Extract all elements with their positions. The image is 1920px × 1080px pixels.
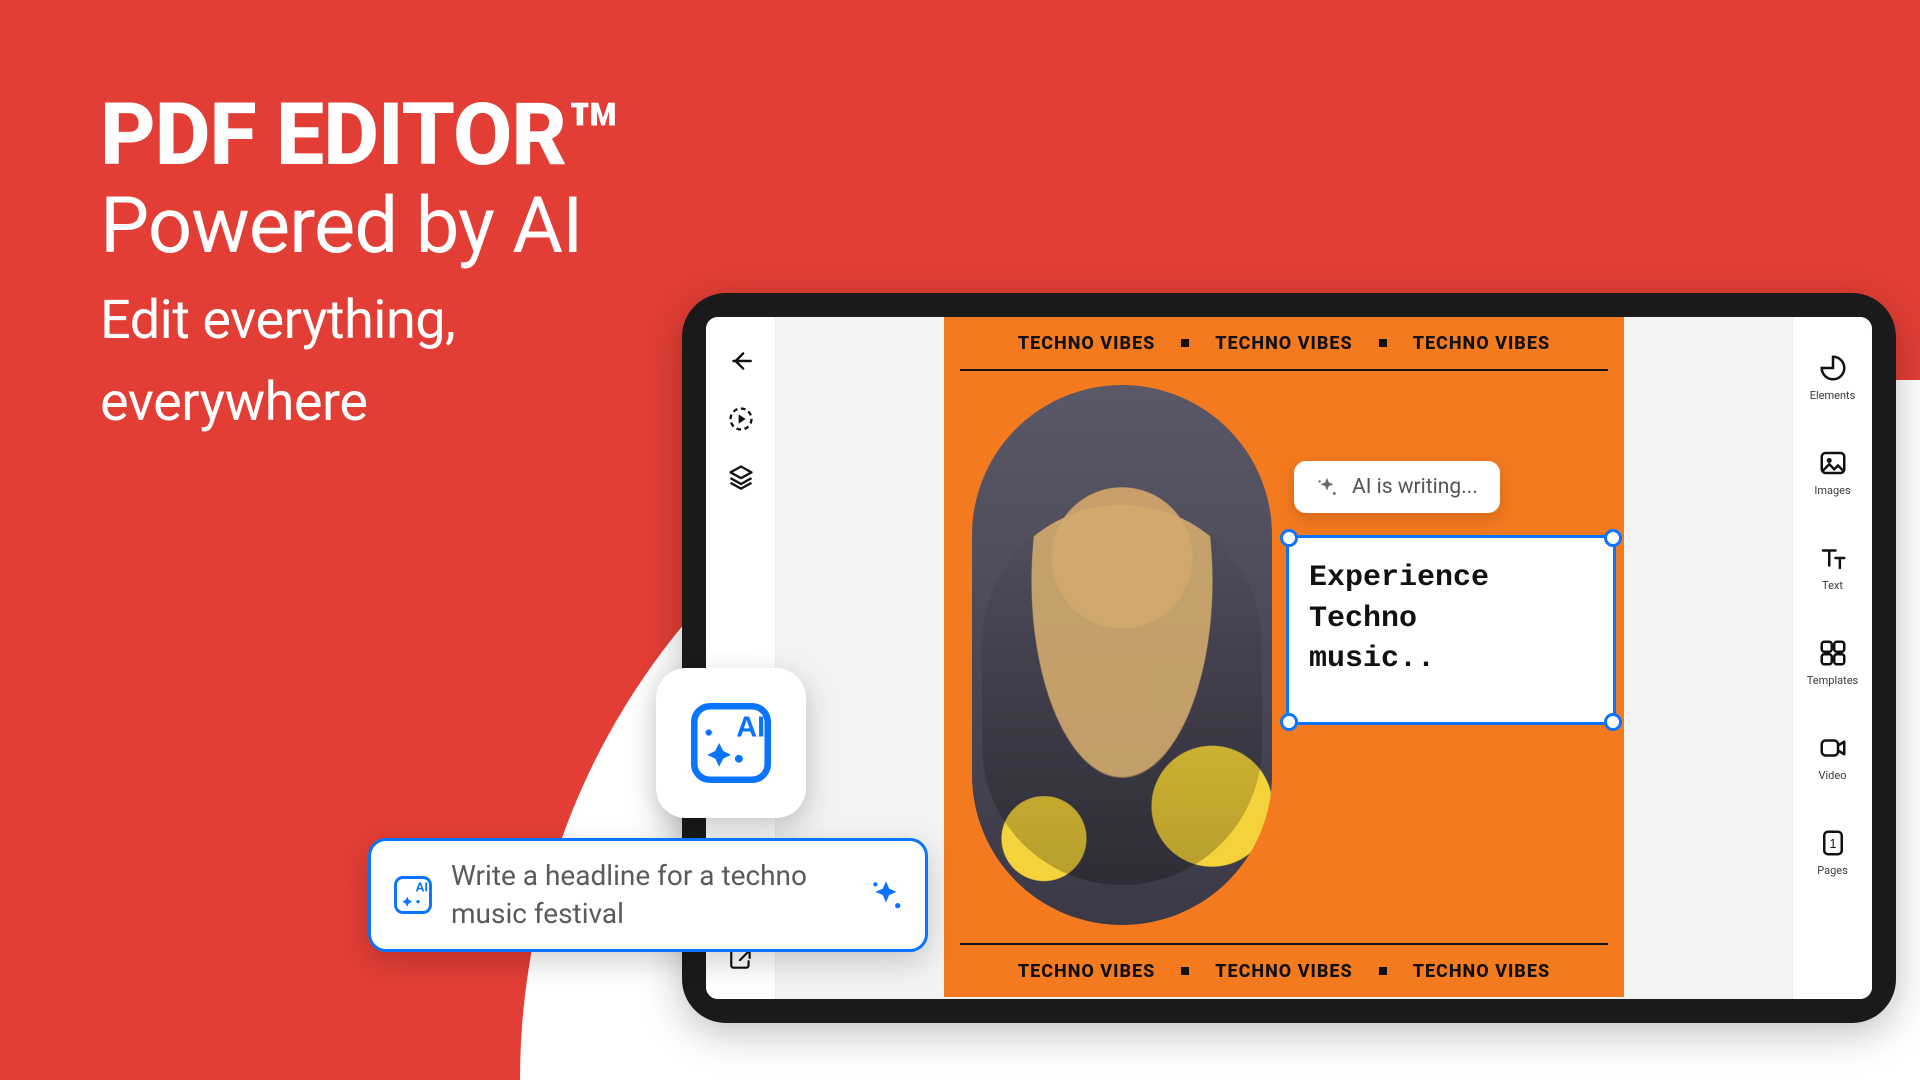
right-toolbar: Elements Images Text Templates Video [1792, 317, 1872, 999]
hero-tagline-2: everywhere [100, 372, 619, 434]
grid-icon [1818, 638, 1848, 668]
selected-text-box[interactable]: Experience Techno music.. [1286, 535, 1616, 725]
tool-elements[interactable]: Elements [1810, 353, 1856, 402]
marquee-item: TECHNO VIBES [1018, 333, 1155, 354]
resize-handle[interactable] [1280, 529, 1298, 547]
marquee-bottom: TECHNO VIBES TECHNO VIBES TECHNO VIBES [944, 945, 1624, 997]
ai-badge-icon: AI [689, 701, 773, 785]
tool-label: Video [1819, 769, 1847, 782]
ai-status-text: AI is writing... [1352, 475, 1478, 499]
hero-subtitle: Powered by AI [100, 184, 619, 270]
canvas-area[interactable]: TECHNO VIBES TECHNO VIBES TECHNO VIBES A… [776, 317, 1792, 999]
text-icon [1818, 543, 1848, 573]
divider [960, 369, 1608, 371]
pie-icon [1818, 353, 1848, 383]
arrow-left-icon [728, 348, 754, 374]
tool-video[interactable]: Video [1818, 733, 1848, 782]
tool-pages[interactable]: 1 Pages [1817, 828, 1848, 877]
marquee-top: TECHNO VIBES TECHNO VIBES TECHNO VIBES [944, 317, 1624, 369]
hero-tagline-1: Edit everything, [100, 290, 619, 352]
poster-photo[interactable] [972, 385, 1272, 925]
generated-text[interactable]: Experience Techno music.. [1289, 538, 1613, 700]
resize-handle[interactable] [1604, 713, 1622, 731]
poster-canvas[interactable]: TECHNO VIBES TECHNO VIBES TECHNO VIBES A… [944, 317, 1624, 997]
resize-handle[interactable] [1280, 713, 1298, 731]
marquee-item: TECHNO VIBES [1413, 333, 1550, 354]
ai-status-bubble: AI is writing... [1294, 461, 1500, 513]
layers-button[interactable] [727, 463, 755, 491]
separator-icon [1379, 967, 1387, 975]
marquee-item: TECHNO VIBES [1215, 961, 1352, 982]
separator-icon [1379, 339, 1387, 347]
ai-prompt-chip[interactable]: AI Write a headline for a techno music f… [368, 838, 928, 952]
svg-text:AI: AI [736, 711, 765, 743]
marquee-item: TECHNO VIBES [1018, 961, 1155, 982]
page-icon: 1 [1818, 828, 1848, 858]
play-dashed-icon [727, 405, 755, 433]
back-button[interactable] [727, 347, 755, 375]
ai-sparkle-icon: AI [393, 875, 433, 915]
tool-label: Templates [1807, 674, 1858, 687]
svg-text:AI: AI [416, 880, 429, 894]
tool-label: Pages [1817, 864, 1848, 877]
sparkle-icon [869, 878, 903, 912]
tool-templates[interactable]: Templates [1807, 638, 1858, 687]
tool-label: Images [1814, 484, 1850, 497]
tool-text[interactable]: Text [1818, 543, 1848, 592]
marquee-item: TECHNO VIBES [1215, 333, 1352, 354]
video-icon [1818, 733, 1848, 763]
separator-icon [1181, 339, 1189, 347]
separator-icon [1181, 967, 1189, 975]
tool-images[interactable]: Images [1814, 448, 1850, 497]
resize-handle[interactable] [1604, 529, 1622, 547]
play-animation-button[interactable] [727, 405, 755, 433]
image-icon [1818, 448, 1848, 478]
marquee-item: TECHNO VIBES [1413, 961, 1550, 982]
sparkle-icon [1316, 476, 1338, 498]
ai-badge-card: AI [656, 668, 806, 818]
hero-block: PDF EDITOR™ Powered by AI Edit everythin… [100, 90, 619, 434]
svg-text:1: 1 [1829, 837, 1836, 851]
tool-label: Elements [1810, 389, 1856, 402]
tool-label: Text [1822, 579, 1843, 592]
ai-prompt-text: Write a headline for a techno music fest… [451, 857, 851, 933]
hero-title: PDF EDITOR™ [100, 90, 619, 180]
layers-icon [727, 463, 755, 491]
